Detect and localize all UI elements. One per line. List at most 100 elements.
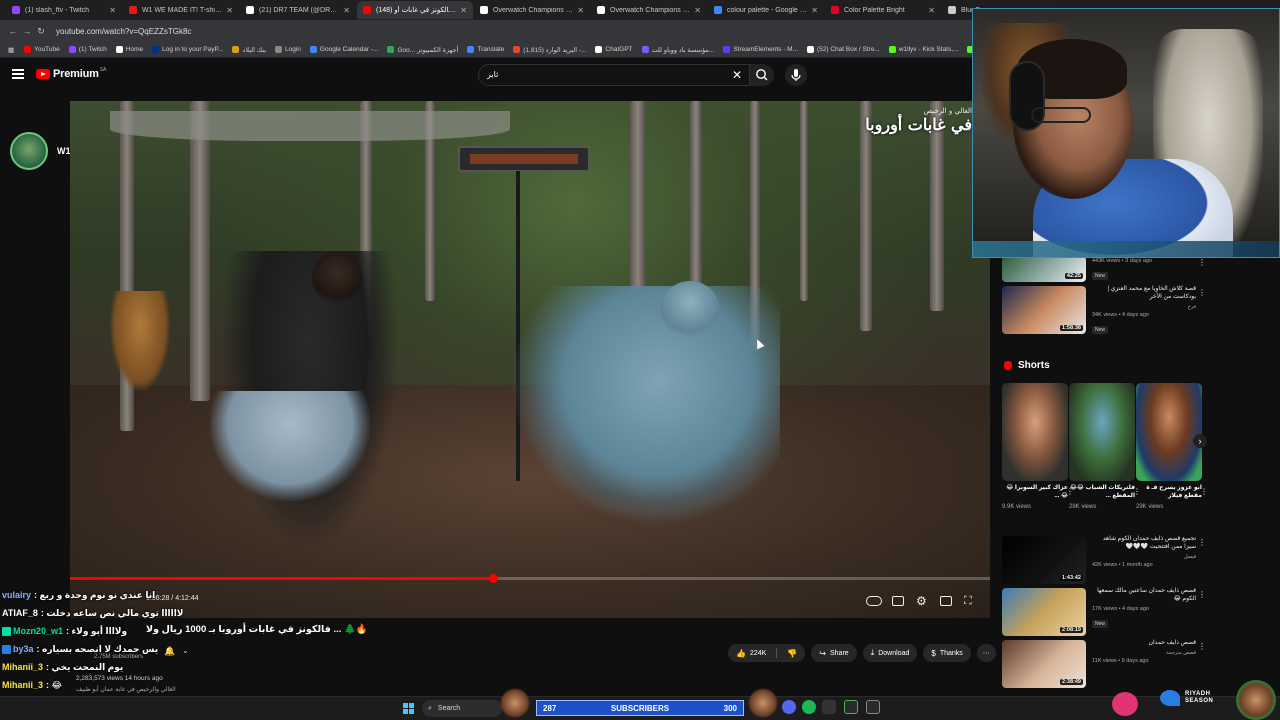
tab-close-icon[interactable]: ✕ xyxy=(577,6,584,15)
tab-close-icon[interactable]: ✕ xyxy=(928,6,935,15)
short-item[interactable]: فلتريكات الشباب 😂😂 المقطع ... 28K views ⋮ xyxy=(1069,383,1141,510)
related-video[interactable]: 2:08:19 قصص ذايف حمدان ساعتين مالك سمعها … xyxy=(1002,588,1206,636)
windows-start-icon[interactable] xyxy=(403,703,414,714)
related-video[interactable]: 2:38:49 قصص ذايف حمدان قصص مترجمة 11K views… xyxy=(1002,640,1206,688)
browser-tab[interactable]: Color Palette Bright ✕ xyxy=(825,1,941,19)
description-snippet[interactable]: الغالي والرخيص في غابة عمان أبو ظبيف xyxy=(76,686,176,693)
bookmark-item[interactable]: Log in to your PayP... xyxy=(152,46,223,53)
miniplayer-icon[interactable] xyxy=(940,596,952,606)
video-progress-bar[interactable] xyxy=(70,574,990,583)
bookmark-item[interactable]: (52) Chat Box / Stre... xyxy=(807,46,880,53)
bookmark-item[interactable]: Translate xyxy=(467,46,504,53)
tab-close-icon[interactable]: ✕ xyxy=(694,6,701,15)
bookmark-item[interactable]: StreamElements - M... xyxy=(723,46,798,53)
tab-close-icon[interactable]: ✕ xyxy=(109,6,116,15)
share-button[interactable]: ↪ Share xyxy=(811,644,857,662)
youtube-premium-logo[interactable]: Premium SA xyxy=(36,67,106,80)
reload-icon[interactable]: ↻ xyxy=(34,26,48,37)
settings-icon[interactable]: ⚙ xyxy=(916,594,927,608)
bookmark-item[interactable]: YouTube xyxy=(24,46,60,53)
download-button[interactable]: ⤓ Download xyxy=(862,644,918,662)
capture-icon[interactable] xyxy=(844,700,858,714)
short-item[interactable]: عزاك كبير السوبرا 😂😂 ... 9.9K views ⋮ xyxy=(1002,383,1074,510)
chevron-down-icon[interactable]: ⌄ xyxy=(182,646,189,655)
thanks-button[interactable]: $ Thanks xyxy=(923,644,971,662)
browser-tab[interactable]: colour palette - Google S... ✕ xyxy=(708,1,824,19)
related-video-channel[interactable]: فرخ xyxy=(1092,304,1196,310)
related-video[interactable]: 42:25 443K views • 3 days ago New ⋮ xyxy=(1002,256,1206,282)
video-player[interactable]: الغالي و الرخيص في غابات أوروبا 1:56:28 … xyxy=(70,101,990,618)
back-icon[interactable]: ← xyxy=(6,26,20,36)
related-video-title[interactable]: تجميع قصص ذايف حمدان الكوم شاهد سيزا ممن… xyxy=(1092,536,1196,552)
notification-bell-icon[interactable]: 🔔 xyxy=(164,646,175,657)
bookmark-item[interactable]: (1,815) البريد الوارد -... xyxy=(513,46,586,54)
bookmark-item[interactable]: Home xyxy=(115,46,143,53)
fullscreen-icon[interactable]: ⛶ xyxy=(964,595,972,608)
bookmark-item[interactable]: w1llyv - Kick Stats,... xyxy=(888,46,958,53)
more-options-icon[interactable]: ⋮ xyxy=(1200,487,1208,496)
short-item[interactable]: ابو عزوز يسرح فـ ة مقطع فيلاز 29K views ⋮ xyxy=(1136,383,1208,510)
video-thumbnail[interactable]: 42:25 xyxy=(1002,256,1086,282)
bookmark-item[interactable]: بنك البلاد xyxy=(232,46,266,54)
app-icon[interactable] xyxy=(822,700,836,714)
browser-tab[interactable]: W1 WE MADE IT! T-shirt - Tw... ✕ xyxy=(123,1,239,19)
related-video[interactable]: 1:58:38 قصة كلاش الخاويا مع محمد العنزي |… xyxy=(1002,286,1206,334)
menu-icon[interactable] xyxy=(12,69,24,79)
subtitles-icon[interactable] xyxy=(892,596,904,606)
taskbar-search[interactable]: ⌕ Search xyxy=(422,700,502,717)
related-video-title[interactable]: قصة كلاش الخاويا مع محمد العنزي | بودكاس… xyxy=(1092,286,1196,302)
related-video-channel[interactable]: قصص مترجمة xyxy=(1092,650,1196,656)
short-title[interactable]: ابو عزوز يسرح فـ ة مقطع فيلاز xyxy=(1136,485,1202,501)
browser-tab[interactable]: (21) DR7 TEAM (@DR7TEAM... ✕ xyxy=(240,1,356,19)
short-title[interactable]: عزاك كبير السوبرا 😂😂 ... xyxy=(1002,485,1068,501)
browser-tab[interactable]: (148) فالكونز في غابات أو... ✕ xyxy=(357,1,473,19)
voice-search-button[interactable] xyxy=(785,64,807,86)
tab-close-icon[interactable]: ✕ xyxy=(811,6,818,15)
url-field[interactable]: youtube.com/watch?v=QqEZZsTGk8c xyxy=(56,27,191,36)
short-thumbnail[interactable] xyxy=(1002,383,1068,481)
discord-icon[interactable] xyxy=(782,700,796,714)
related-video[interactable]: 1:43:42 تجميع قصص ذايف حمدان الكوم شاهد س… xyxy=(1002,536,1206,584)
bookmark-item[interactable]: ChatGPT xyxy=(595,46,633,53)
more-options-icon[interactable]: ⋮ xyxy=(1198,258,1206,267)
like-button[interactable]: 👍 224K 👎 xyxy=(728,644,806,662)
autoplay-toggle[interactable] xyxy=(866,596,882,606)
video-thumbnail[interactable]: 2:08:19 xyxy=(1002,588,1086,636)
related-video-title[interactable]: قصص ذايف حمدان xyxy=(1092,640,1196,648)
tab-close-icon[interactable]: ✕ xyxy=(460,6,467,15)
bookmark-item[interactable]: (1) Twitch xyxy=(68,46,107,53)
short-title[interactable]: فلتريكات الشباب 😂😂 المقطع ... xyxy=(1069,485,1135,501)
video-thumbnail[interactable]: 1:58:38 xyxy=(1002,286,1086,334)
search-input[interactable]: ثاير xyxy=(487,70,498,79)
tab-close-icon[interactable]: ✕ xyxy=(226,6,233,15)
browser-tab[interactable]: (1) slash_ftv - Twitch ✕ xyxy=(6,1,122,19)
clear-search-icon[interactable]: ✕ xyxy=(732,68,742,82)
apps-icon[interactable]: ▦ xyxy=(8,46,14,54)
more-options-icon[interactable]: ⋮ xyxy=(1198,538,1206,547)
tab-close-icon[interactable]: ✕ xyxy=(343,6,350,15)
more-options-icon[interactable]: ⋮ xyxy=(1198,288,1206,297)
spotify-icon[interactable] xyxy=(802,700,816,714)
browser-tab[interactable]: Overwatch Champions Series ✕ xyxy=(474,1,590,19)
thumbs-down-icon[interactable]: 👎 xyxy=(787,649,797,658)
short-thumbnail[interactable] xyxy=(1136,383,1202,481)
browser-tab[interactable]: Overwatch Champions Series ✕ xyxy=(591,1,707,19)
bookmark-item[interactable]: Goo... أجهزة الكمبيوتر xyxy=(387,46,458,54)
video-thumbnail[interactable]: 2:38:49 xyxy=(1002,640,1086,688)
shorts-next-button[interactable]: › xyxy=(1193,434,1207,448)
more-actions-button[interactable]: ⋯ xyxy=(976,644,996,662)
search-button[interactable] xyxy=(750,64,774,86)
related-video-channel[interactable]: فيصل xyxy=(1092,554,1196,560)
bookmark-item[interactable]: Google Calendar -... xyxy=(309,46,378,53)
search-box[interactable]: ثاير ✕ xyxy=(478,64,750,86)
channel-avatar[interactable] xyxy=(10,132,48,170)
window-icon[interactable] xyxy=(866,700,880,714)
more-options-icon[interactable]: ⋮ xyxy=(1198,642,1206,651)
more-options-icon[interactable]: ⋮ xyxy=(1198,590,1206,599)
bookmark-item[interactable]: مؤسسة باد ووباو للت... xyxy=(641,46,714,54)
bookmark-item[interactable]: Login xyxy=(275,46,301,53)
related-video-title[interactable]: قصص ذايف حمدان ساعتين مالك سمعها الكوم 😂 xyxy=(1092,588,1196,604)
forward-icon[interactable]: → xyxy=(20,26,34,36)
short-thumbnail[interactable] xyxy=(1069,383,1135,481)
video-thumbnail[interactable]: 1:43:42 xyxy=(1002,536,1086,584)
